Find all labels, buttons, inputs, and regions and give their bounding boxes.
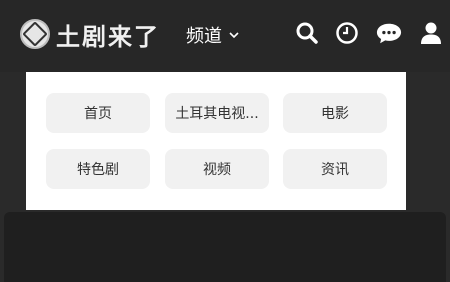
menu-item-movies[interactable]: 电影 [283,93,387,133]
menu-item-home[interactable]: 首页 [46,93,150,133]
message-icon[interactable] [376,20,402,46]
chevron-down-icon [229,32,239,39]
channel-menu-toggle[interactable]: 频道 [186,22,240,48]
menu-item-videos[interactable]: 视频 [165,149,269,189]
search-icon[interactable] [294,20,320,46]
logo-seal-icon [20,19,50,49]
menu-item-turkish-tv[interactable]: 土耳其电视... [165,93,269,133]
channel-dropdown-menu: 首页 土耳其电视... 电影 特色剧 视频 资讯 [26,72,406,210]
top-header: 土剧来了 频道 [0,0,450,72]
logo-text: 土剧来了 [56,21,160,51]
channel-label: 频道 [186,26,222,47]
history-icon[interactable] [334,20,360,46]
menu-item-news[interactable]: 资讯 [283,149,387,189]
site-logo[interactable]: 土剧来了 [20,16,160,52]
user-icon[interactable] [418,20,444,46]
content-card [4,212,446,282]
menu-item-featured[interactable]: 特色剧 [46,149,150,189]
